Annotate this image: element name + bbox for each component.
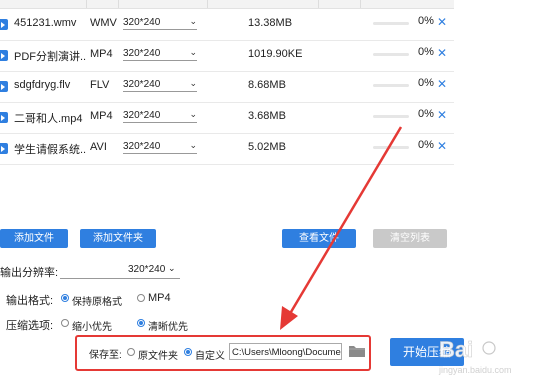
file-format: MP4	[90, 48, 113, 60]
file-name: 二哥和人.mp4	[14, 113, 83, 125]
chevron-down-icon: ⌄	[189, 16, 197, 26]
baidu-watermark-logo: Bai jingyan.baidu.com	[438, 337, 512, 375]
progress-bar	[373, 146, 409, 149]
compress-clear-radio[interactable]	[137, 319, 145, 327]
watermark-brand: Bai	[439, 337, 473, 362]
file-row[interactable]: PDF分割演讲... MP4 320*240 ⌄ 1019.90KE 0% ✕	[0, 40, 454, 72]
progress-bar	[373, 115, 409, 118]
close-icon[interactable]: ✕	[437, 108, 447, 122]
resolution-select[interactable]: 320*240 ⌄	[123, 109, 197, 123]
file-name: 学生请假系统...	[14, 144, 86, 156]
play-icon[interactable]	[0, 112, 8, 123]
compress-label: 压缩选项:	[6, 320, 54, 332]
file-format: AVI	[90, 141, 107, 153]
file-size: 1019.90KE	[248, 48, 303, 60]
close-icon[interactable]: ✕	[437, 77, 447, 91]
chevron-down-icon: ⌄	[189, 140, 197, 150]
progress-percent: 0%	[418, 108, 434, 120]
file-row[interactable]: 学生请假系统... AVI 320*240 ⌄ 5.02MB 0% ✕	[0, 133, 454, 165]
progress-bar	[373, 84, 409, 87]
header-divider	[360, 0, 361, 8]
file-list-header	[0, 0, 454, 9]
file-row[interactable]: 二哥和人.mp4 MP4 320*240 ⌄ 3.68MB 0% ✕	[0, 102, 454, 134]
play-icon[interactable]	[0, 81, 8, 92]
resolution-select[interactable]: 320*240 ⌄	[123, 16, 197, 30]
watermark-sub: jingyan.baidu.com	[438, 365, 512, 375]
add-folder-button[interactable]: 添加文件夹	[80, 229, 156, 248]
header-divider	[207, 0, 208, 8]
file-name: sdgfdryg.flv	[14, 79, 71, 91]
close-icon[interactable]: ✕	[437, 139, 447, 153]
add-file-button[interactable]: 添加文件	[0, 229, 68, 248]
close-icon[interactable]: ✕	[437, 46, 447, 60]
resolution-select[interactable]: 320*240 ⌄	[123, 78, 197, 92]
file-list: 451231.wmv WMV 320*240 ⌄ 13.38MB 0% ✕ PDF…	[0, 0, 454, 166]
output-resolution-label: 输出分辨率:	[0, 267, 59, 279]
format-mp4-label[interactable]: MP4	[148, 292, 171, 304]
progress-bar	[373, 22, 409, 25]
file-name: PDF分割演讲...	[14, 51, 86, 63]
compress-clear-label[interactable]: 清晰优先	[148, 318, 188, 333]
file-size: 5.02MB	[248, 141, 286, 153]
close-icon[interactable]: ✕	[437, 15, 447, 29]
file-name: 451231.wmv	[14, 17, 77, 29]
file-size: 13.38MB	[248, 17, 293, 29]
view-file-button[interactable]: 查看文件	[282, 229, 356, 248]
format-mp4-radio[interactable]	[137, 294, 145, 302]
file-format: WMV	[90, 17, 117, 29]
file-row[interactable]: sdgfdryg.flv FLV 320*240 ⌄ 8.68MB 0% ✕	[0, 71, 454, 103]
format-keep-radio[interactable]	[61, 294, 69, 302]
clear-list-button[interactable]: 清空列表	[373, 229, 447, 248]
chevron-down-icon: ⌄	[189, 109, 197, 119]
progress-percent: 0%	[418, 77, 434, 89]
file-format: FLV	[90, 79, 110, 91]
play-icon[interactable]	[0, 19, 8, 30]
resolution-select[interactable]: 320*240 ⌄	[123, 140, 197, 154]
progress-bar	[373, 53, 409, 56]
file-row[interactable]: 451231.wmv WMV 320*240 ⌄ 13.38MB 0% ✕	[0, 9, 454, 41]
chevron-down-icon: ⌄	[189, 47, 197, 57]
file-size: 3.68MB	[248, 110, 286, 122]
annotation-box	[75, 335, 371, 371]
chevron-down-icon: ⌄	[168, 263, 176, 273]
output-format-label: 输出格式:	[6, 295, 54, 307]
scrollbar-area[interactable]	[454, 0, 552, 166]
compress-small-radio[interactable]	[61, 319, 69, 327]
file-format: MP4	[90, 110, 113, 122]
output-resolution-value: 320*240	[128, 264, 166, 275]
header-divider	[318, 0, 319, 8]
header-divider	[118, 0, 119, 8]
output-resolution-select[interactable]: 320*240 ⌄	[60, 263, 180, 279]
play-icon[interactable]	[0, 143, 8, 154]
play-icon[interactable]	[0, 50, 8, 61]
progress-percent: 0%	[418, 139, 434, 151]
chevron-down-icon: ⌄	[189, 78, 197, 88]
compress-small-label[interactable]: 缩小优先	[72, 318, 112, 333]
progress-percent: 0%	[418, 15, 434, 27]
header-divider	[86, 0, 87, 8]
resolution-select[interactable]: 320*240 ⌄	[123, 47, 197, 61]
format-keep-label[interactable]: 保持原格式	[72, 293, 122, 308]
file-size: 8.68MB	[248, 79, 286, 91]
progress-percent: 0%	[418, 46, 434, 58]
